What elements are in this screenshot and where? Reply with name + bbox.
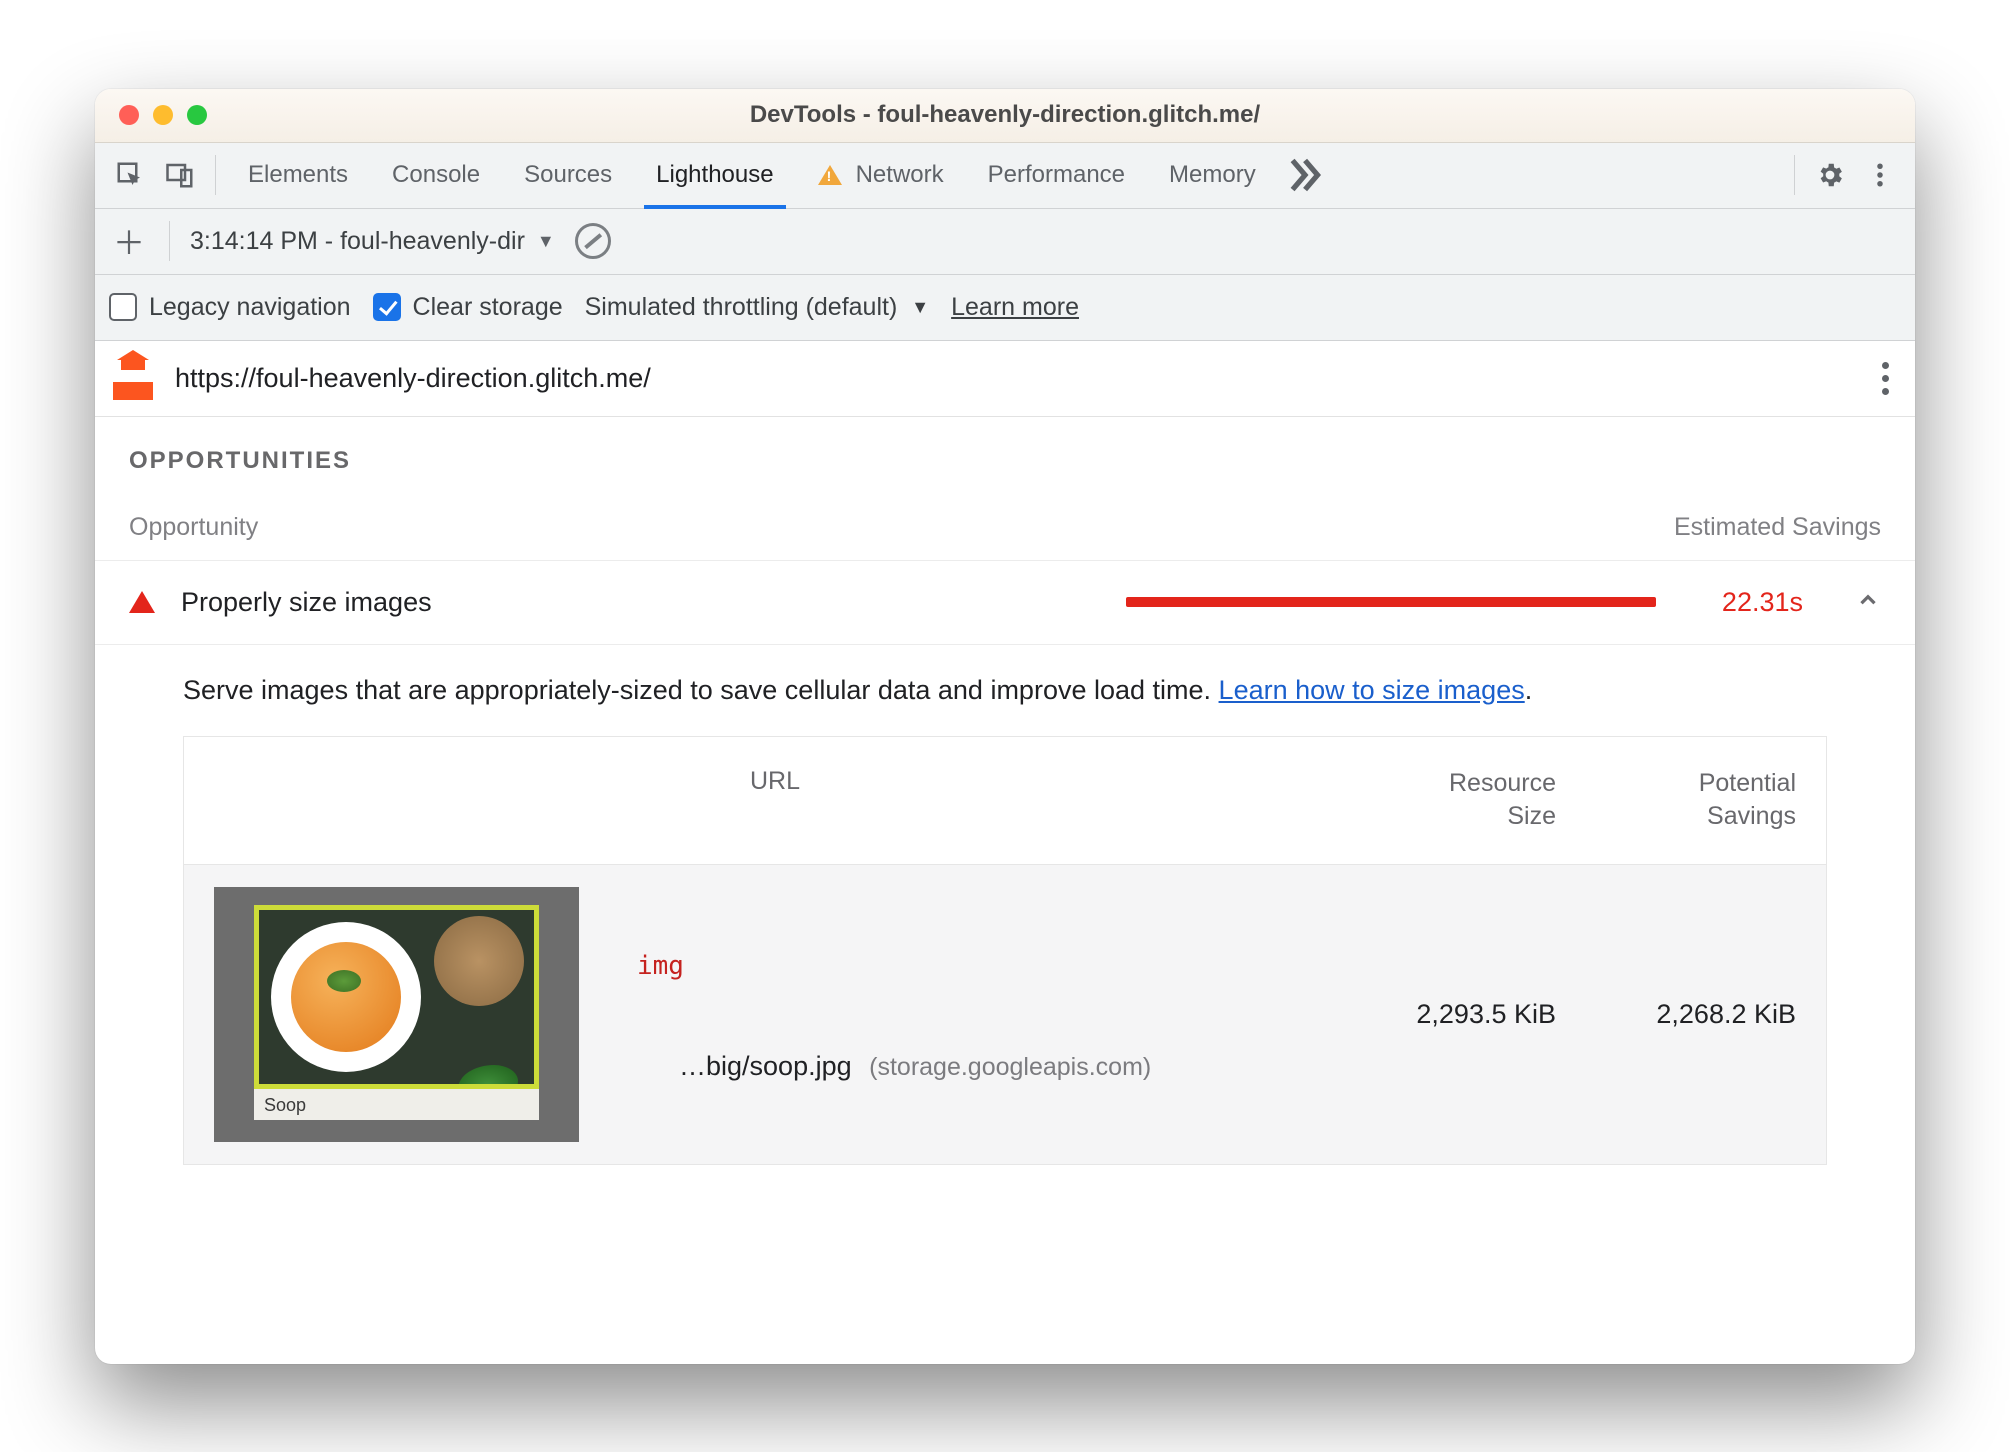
window-title: DevTools - foul-heavenly-direction.glitc…	[95, 101, 1915, 129]
devtools-tabbar: Elements Console Sources Lighthouse Netw…	[95, 143, 1915, 209]
fail-triangle-icon	[129, 591, 155, 613]
resource-host: (storage.googleapis.com)	[869, 1053, 1151, 1081]
collapse-chevron-icon[interactable]	[1855, 587, 1881, 618]
learn-more-link[interactable]: Learn more	[951, 293, 1079, 322]
legacy-navigation-checkbox[interactable]: Legacy navigation	[109, 293, 351, 322]
tab-memory[interactable]: Memory	[1147, 142, 1278, 208]
tabbar-divider	[1794, 155, 1795, 195]
lighthouse-toolbar: ＋ 3:14:14 PM - foul-heavenly-dir ▼	[95, 209, 1915, 275]
toggle-device-toolbar-icon[interactable]	[155, 150, 205, 200]
tab-performance[interactable]: Performance	[966, 142, 1147, 208]
savings-value: 22.31s	[1722, 587, 1803, 618]
tab-elements[interactable]: Elements	[226, 142, 370, 208]
clear-all-icon[interactable]	[575, 223, 611, 259]
section-title: OPPORTUNITIES	[95, 417, 1915, 485]
tab-label: Performance	[988, 161, 1125, 189]
new-report-button[interactable]: ＋	[109, 221, 149, 261]
checkbox-label: Legacy navigation	[149, 293, 351, 322]
more-tabs-button[interactable]	[1278, 150, 1328, 200]
devtools-window: DevTools - foul-heavenly-direction.glitc…	[95, 89, 1915, 1364]
devtools-menu-icon[interactable]	[1855, 150, 1905, 200]
column-header-opportunity: Opportunity	[129, 513, 258, 542]
report-selector-label: 3:14:14 PM - foul-heavenly-dir	[190, 227, 525, 256]
opportunity-name: Properly size images	[181, 587, 432, 618]
checkbox-icon	[109, 293, 137, 321]
image-thumbnail: Soop	[214, 887, 579, 1142]
tabbar-divider	[215, 155, 216, 195]
titlebar: DevTools - foul-heavenly-direction.glitc…	[95, 89, 1915, 143]
column-header-savings: Estimated Savings	[1674, 513, 1881, 542]
tab-label: Sources	[524, 161, 612, 189]
report-content: OPPORTUNITIES Opportunity Estimated Savi…	[95, 417, 1915, 1364]
report-menu-icon[interactable]	[1874, 354, 1897, 403]
tab-network[interactable]: Network	[796, 142, 966, 208]
table-row[interactable]: Soop img …big/soop.jpg (storage.googleap…	[184, 864, 1826, 1164]
tab-console[interactable]: Console	[370, 142, 502, 208]
table-head: URL Resource Size Potential Savings	[184, 737, 1826, 865]
opportunity-description: Serve images that are appropriately-size…	[95, 645, 1915, 736]
inspect-element-icon[interactable]	[105, 150, 155, 200]
warning-icon	[818, 165, 842, 185]
tab-sources[interactable]: Sources	[502, 142, 634, 208]
tab-label: Network	[856, 161, 944, 189]
dropdown-caret-icon: ▼	[911, 297, 929, 318]
opportunity-table: URL Resource Size Potential Savings	[183, 736, 1827, 1166]
settings-gear-icon[interactable]	[1805, 150, 1855, 200]
tab-label: Memory	[1169, 161, 1256, 189]
th-potential-savings: Potential Savings	[1556, 767, 1796, 835]
tab-label: Elements	[248, 161, 348, 189]
description-text: Serve images that are appropriately-size…	[183, 675, 1219, 705]
savings-bar	[1126, 597, 1656, 607]
clear-storage-checkbox[interactable]: Clear storage	[373, 293, 563, 322]
th-url: URL	[214, 767, 1336, 835]
tab-label: Console	[392, 161, 480, 189]
report-selector[interactable]: 3:14:14 PM - foul-heavenly-dir ▼	[190, 227, 555, 256]
dropdown-label: Simulated throttling (default)	[585, 293, 898, 322]
opportunities-header-row: Opportunity Estimated Savings	[95, 485, 1915, 560]
tab-lighthouse[interactable]: Lighthouse	[634, 142, 795, 208]
resource-size: 2,293.5 KiB	[1336, 999, 1556, 1030]
resource-url: …big/soop.jpg (storage.googleapis.com)	[579, 1051, 1336, 1082]
thumb-caption: Soop	[254, 1084, 539, 1120]
potential-savings: 2,268.2 KiB	[1556, 999, 1796, 1030]
throttling-dropdown[interactable]: Simulated throttling (default) ▼	[585, 293, 930, 322]
description-learn-link[interactable]: Learn how to size images	[1219, 675, 1525, 705]
url-column: img …big/soop.jpg (storage.googleapis.co…	[579, 947, 1336, 1082]
toolbar-divider	[169, 221, 170, 261]
tab-label: Lighthouse	[656, 161, 773, 189]
checkbox-label: Clear storage	[413, 293, 563, 322]
node-tag: img	[637, 951, 684, 981]
th-resource-size: Resource Size	[1336, 767, 1556, 835]
dropdown-caret-icon: ▼	[537, 231, 555, 252]
report-urlbar: https://foul-heavenly-direction.glitch.m…	[95, 341, 1915, 417]
checkbox-checked-icon	[373, 293, 401, 321]
opportunity-row[interactable]: Properly size images 22.31s	[95, 560, 1915, 645]
lighthouse-icon	[113, 356, 153, 400]
description-text: .	[1525, 675, 1533, 705]
report-url: https://foul-heavenly-direction.glitch.m…	[175, 363, 651, 394]
lighthouse-settings-bar: Legacy navigation Clear storage Simulate…	[95, 275, 1915, 341]
